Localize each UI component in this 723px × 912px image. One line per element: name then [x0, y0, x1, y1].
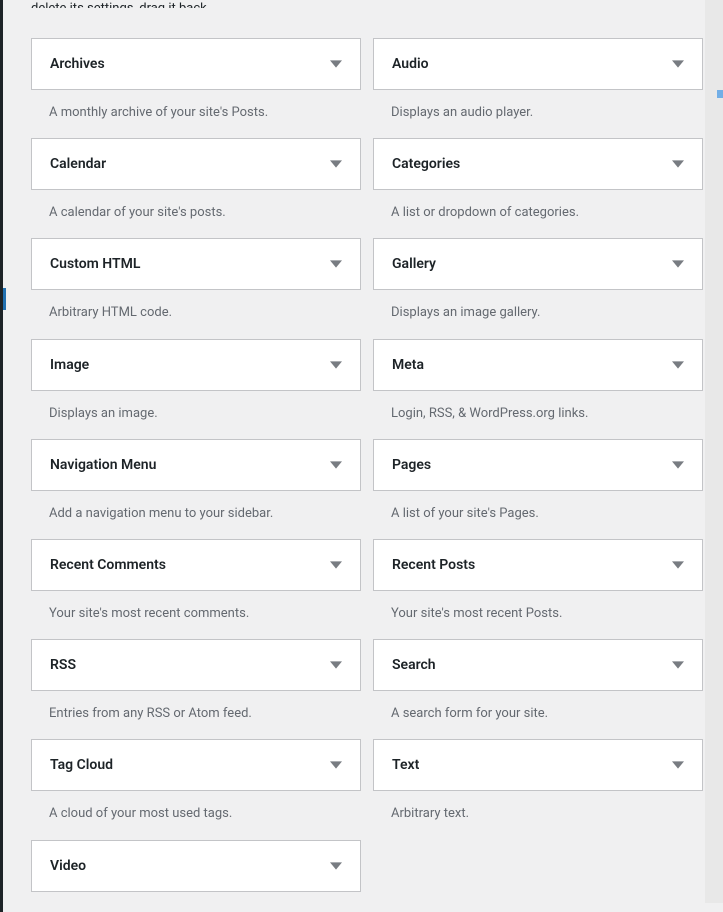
widget-navigation-menu[interactable]: Navigation Menu	[31, 439, 361, 491]
widget-title: Text	[392, 757, 419, 773]
chevron-down-icon	[672, 559, 684, 571]
widget-title: Recent Posts	[392, 557, 475, 573]
widget-title: Gallery	[392, 256, 436, 272]
widget-title: Video	[50, 858, 86, 874]
widget-title: Audio	[392, 56, 429, 72]
widget-title: Tag Cloud	[50, 757, 113, 773]
widget-title: RSS	[50, 657, 76, 673]
widget-desc: A calendar of your site's posts.	[49, 204, 361, 222]
chevron-down-icon	[672, 58, 684, 70]
chevron-down-icon	[672, 659, 684, 671]
widget-categories[interactable]: Categories	[373, 138, 703, 190]
chevron-down-icon	[330, 659, 342, 671]
chevron-down-icon	[330, 359, 342, 371]
widget-desc: Arbitrary text.	[391, 805, 703, 823]
widget-title: Image	[50, 357, 89, 373]
chevron-down-icon	[672, 359, 684, 371]
widget-custom-html[interactable]: Custom HTML	[31, 238, 361, 290]
widget-desc: Displays an image gallery.	[391, 304, 703, 322]
widget-rss[interactable]: RSS	[31, 639, 361, 691]
widget-text[interactable]: Text	[373, 739, 703, 791]
chevron-down-icon	[672, 459, 684, 471]
widget-calendar[interactable]: Calendar	[31, 138, 361, 190]
widget-title: Search	[392, 657, 436, 673]
chevron-down-icon	[330, 860, 342, 872]
chevron-down-icon	[330, 559, 342, 571]
widget-desc: Your site's most recent Posts.	[391, 605, 703, 623]
widget-desc: Login, RSS, & WordPress.org links.	[391, 405, 703, 423]
widget-meta[interactable]: Meta	[373, 339, 703, 391]
widget-desc: Displays an image.	[49, 405, 361, 423]
chevron-down-icon	[330, 58, 342, 70]
widget-archives[interactable]: Archives	[31, 38, 361, 90]
widget-video[interactable]: Video	[31, 840, 361, 892]
widget-image[interactable]: Image	[31, 339, 361, 391]
widget-title: Pages	[392, 457, 431, 473]
widget-title: Calendar	[50, 156, 106, 172]
widget-pages[interactable]: Pages	[373, 439, 703, 491]
chevron-down-icon	[330, 258, 342, 270]
widget-desc: Arbitrary HTML code.	[49, 304, 361, 322]
chevron-down-icon	[330, 759, 342, 771]
widget-column-left: Archives A monthly archive of your site'…	[31, 22, 361, 892]
widgets-panel: delete its settings, drag it back. Archi…	[0, 0, 723, 912]
widget-desc: Entries from any RSS or Atom feed.	[49, 705, 361, 723]
widget-title: Recent Comments	[50, 557, 166, 573]
chevron-down-icon	[672, 759, 684, 771]
widget-gallery[interactable]: Gallery	[373, 238, 703, 290]
widget-grid: Archives A monthly archive of your site'…	[31, 22, 703, 892]
widget-desc: A search form for your site.	[391, 705, 703, 723]
active-menu-indicator	[3, 288, 6, 310]
widget-title: Navigation Menu	[50, 457, 156, 473]
widget-desc: A list or dropdown of categories.	[391, 204, 703, 222]
widget-recent-posts[interactable]: Recent Posts	[373, 539, 703, 591]
widget-desc: A cloud of your most used tags.	[49, 805, 361, 823]
widget-audio[interactable]: Audio	[373, 38, 703, 90]
widget-desc: A list of your site's Pages.	[391, 505, 703, 523]
intro-text: delete its settings, drag it back.	[31, 0, 703, 8]
widget-desc: A monthly archive of your site's Posts.	[49, 104, 361, 122]
chevron-down-icon	[672, 258, 684, 270]
widget-title: Meta	[392, 357, 424, 373]
widget-desc: Add a navigation menu to your sidebar.	[49, 505, 361, 523]
chevron-down-icon	[330, 158, 342, 170]
widget-title: Archives	[50, 56, 105, 72]
chevron-down-icon	[330, 459, 342, 471]
widget-desc: Your site's most recent comments.	[49, 605, 361, 623]
widget-title: Custom HTML	[50, 256, 140, 272]
widget-tag-cloud[interactable]: Tag Cloud	[31, 739, 361, 791]
widget-title: Categories	[392, 156, 460, 172]
widget-search[interactable]: Search	[373, 639, 703, 691]
widget-recent-comments[interactable]: Recent Comments	[31, 539, 361, 591]
widget-column-right: Audio Displays an audio player. Categori…	[373, 22, 703, 892]
widget-desc: Displays an audio player.	[391, 104, 703, 122]
chevron-down-icon	[672, 158, 684, 170]
